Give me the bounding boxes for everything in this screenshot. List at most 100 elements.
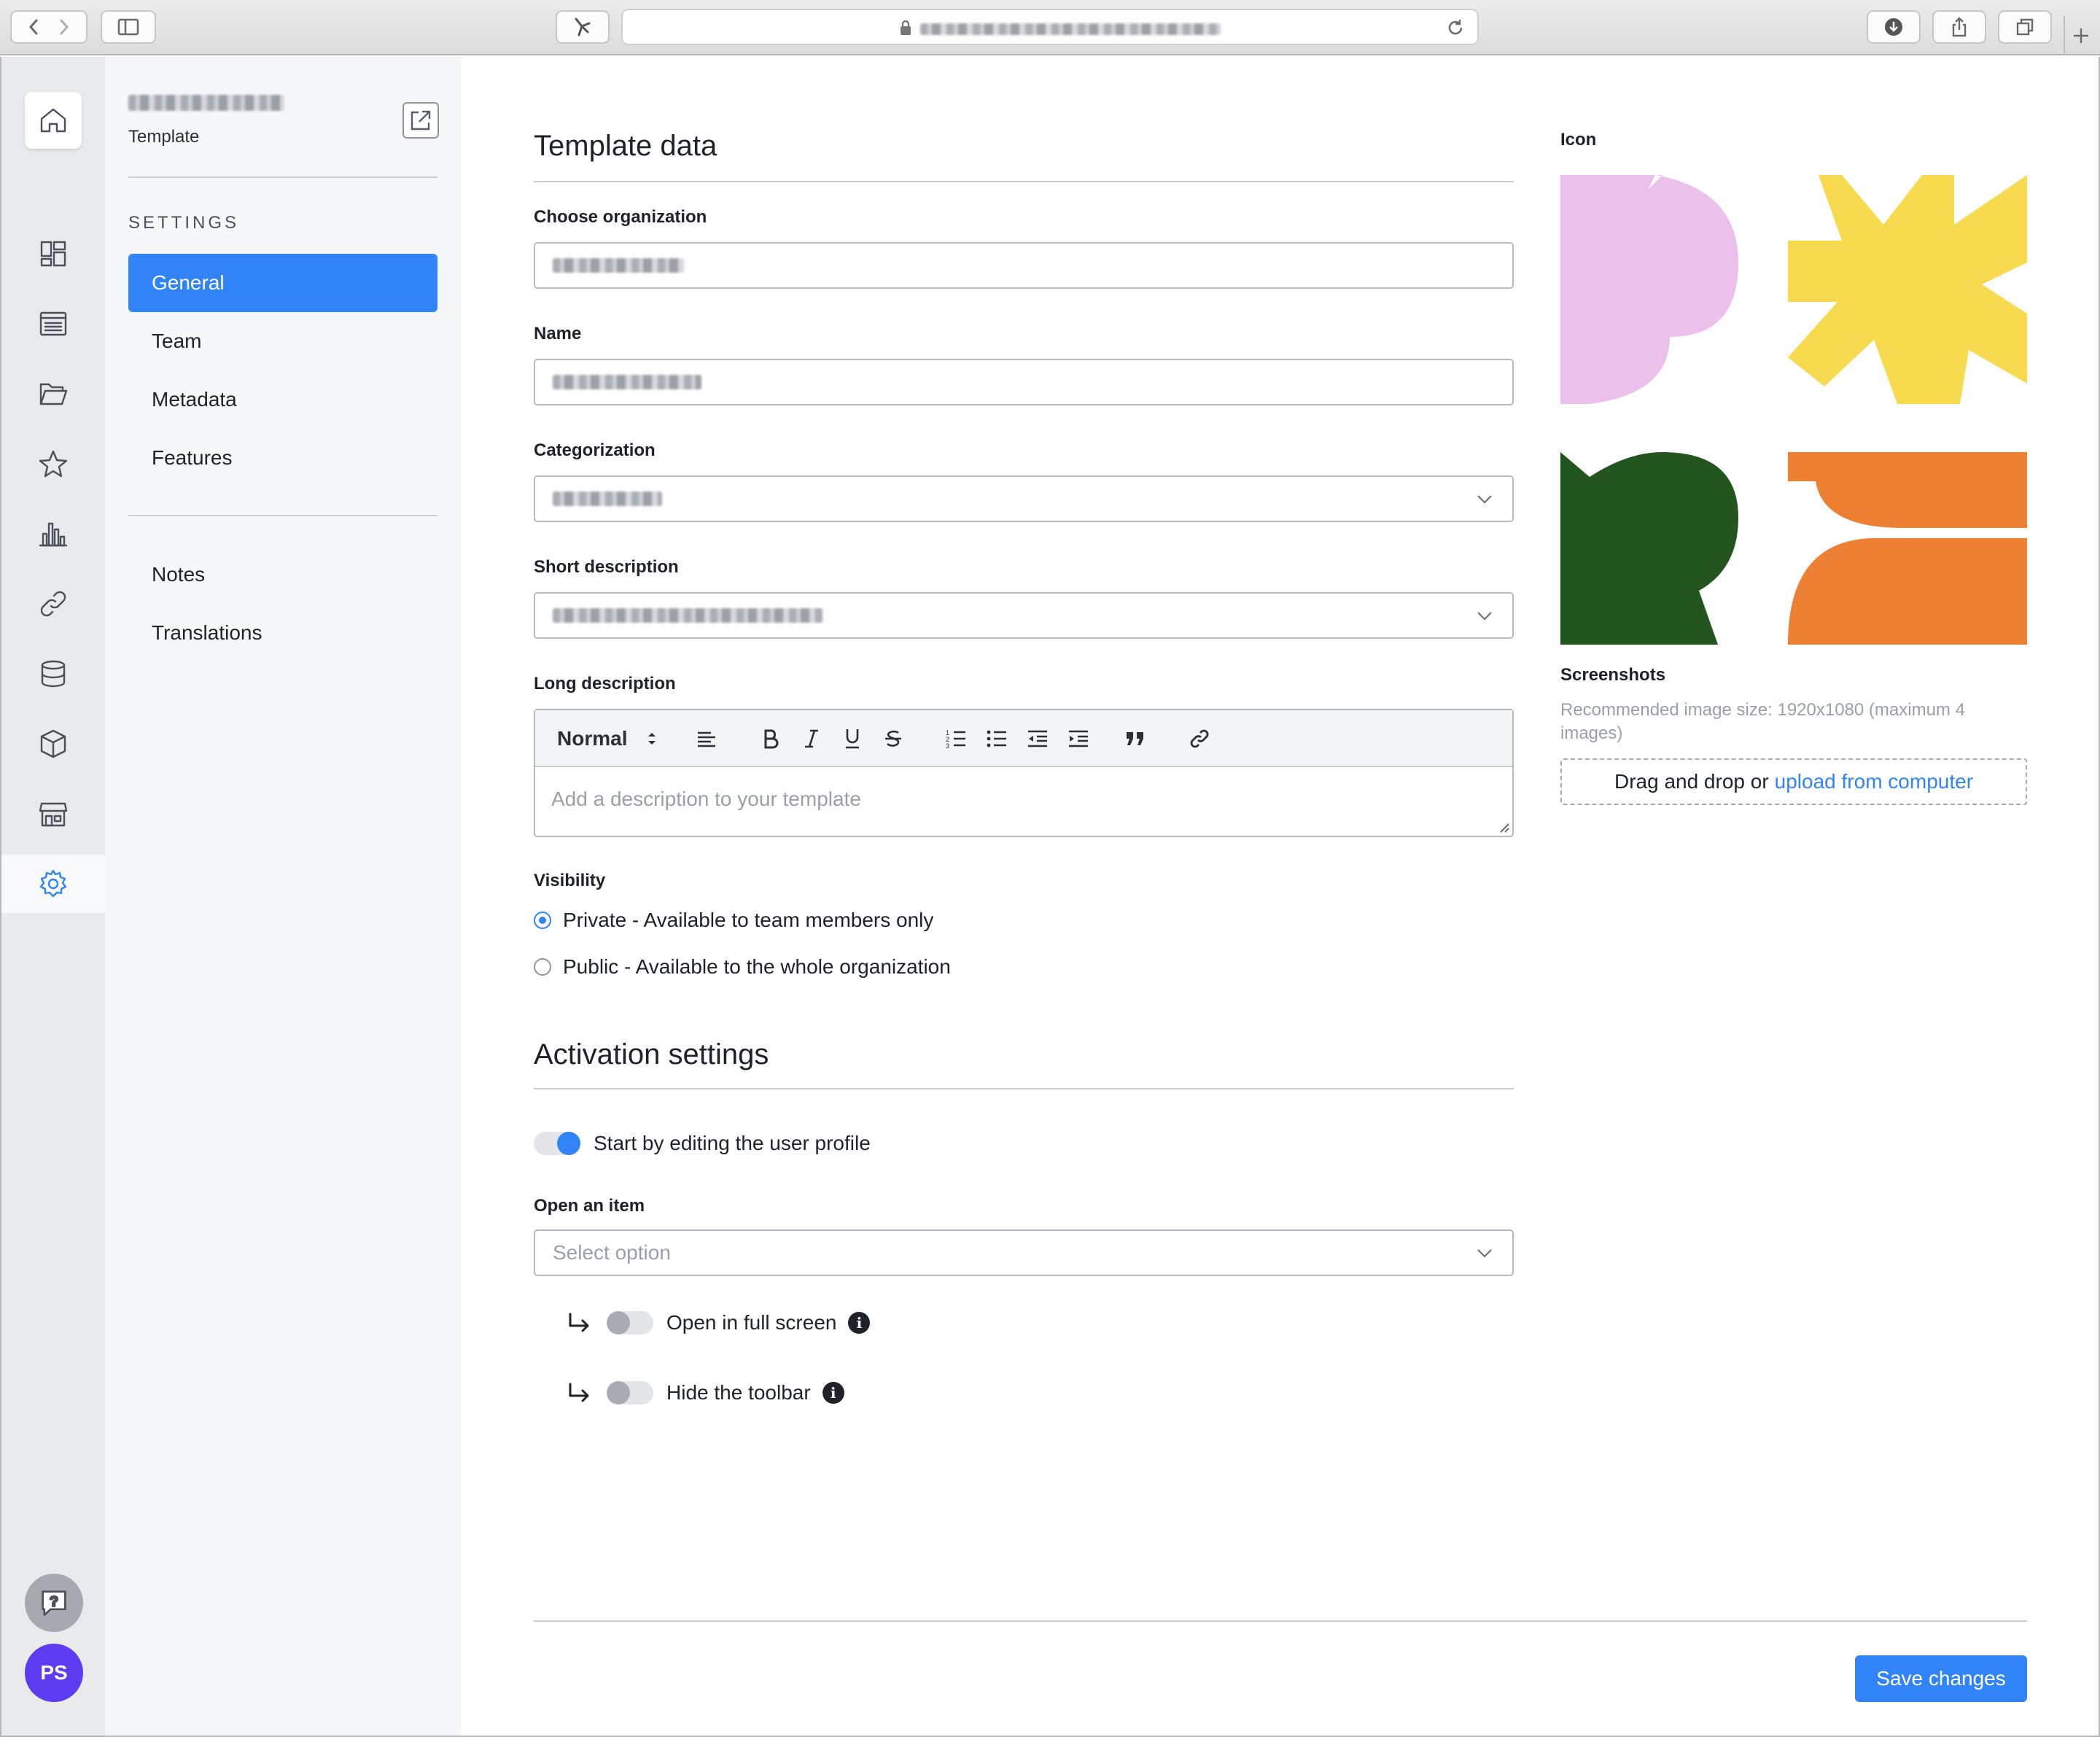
sub-option-arrow-icon bbox=[569, 1313, 589, 1332]
store-icon bbox=[39, 802, 68, 827]
extension-button[interactable] bbox=[556, 10, 610, 44]
insert-link-button[interactable] bbox=[1187, 726, 1212, 751]
download-button[interactable] bbox=[1867, 10, 1921, 44]
help-button[interactable]: ? bbox=[25, 1574, 83, 1632]
svg-text:?: ? bbox=[50, 1593, 58, 1609]
radio-public[interactable] bbox=[534, 958, 551, 976]
long-description-label: Long description bbox=[534, 674, 676, 693]
back-forward-buttons[interactable] bbox=[10, 10, 88, 44]
list-icon bbox=[39, 311, 67, 336]
radio-private[interactable] bbox=[534, 912, 551, 929]
quote-button[interactable] bbox=[1123, 726, 1148, 751]
address-bar[interactable] bbox=[621, 9, 1479, 45]
reload-icon[interactable] bbox=[1445, 18, 1466, 38]
hide-toolbar-toggle-row[interactable]: Hide the toolbar i bbox=[607, 1381, 844, 1404]
section-divider bbox=[534, 181, 1514, 182]
visibility-private-option[interactable]: Private - Available to team members only bbox=[534, 909, 933, 932]
save-changes-button[interactable]: Save changes bbox=[1855, 1655, 2027, 1702]
rail-item-store[interactable] bbox=[1, 785, 105, 843]
screenshots-dropzone[interactable]: Drag and drop or upload from computer bbox=[1560, 758, 2027, 805]
star-icon bbox=[39, 450, 68, 478]
extension-icon bbox=[575, 18, 591, 36]
green-shape bbox=[1560, 452, 1738, 645]
external-link-icon bbox=[411, 110, 431, 131]
underline-button[interactable] bbox=[840, 726, 865, 751]
nav-item-metadata[interactable]: Metadata bbox=[128, 370, 438, 429]
template-icon-preview[interactable] bbox=[1560, 175, 2027, 699]
home-button[interactable] bbox=[25, 92, 82, 149]
start-profile-toggle-row[interactable]: Start by editing the user profile bbox=[534, 1132, 871, 1155]
open-item-select[interactable]: Select option bbox=[534, 1229, 1514, 1276]
bullet-list-icon bbox=[987, 730, 1006, 747]
name-field[interactable] bbox=[534, 359, 1514, 405]
hide-toolbar-toggle[interactable] bbox=[607, 1381, 653, 1404]
rail-item-analytics[interactable] bbox=[1, 505, 105, 563]
nav-item-features[interactable]: Features bbox=[128, 429, 438, 487]
dropzone-text: Drag and drop or bbox=[1614, 770, 1769, 793]
visibility-public-option[interactable]: Public - Available to the whole organiza… bbox=[534, 955, 951, 979]
template-name-redacted bbox=[128, 95, 284, 111]
info-icon[interactable]: i bbox=[848, 1312, 871, 1334]
italic-button[interactable] bbox=[799, 726, 824, 751]
short-description-select[interactable] bbox=[534, 592, 1514, 639]
share-button[interactable] bbox=[1932, 10, 1986, 44]
rail-item-favorites[interactable] bbox=[1, 435, 105, 493]
chevron-down-icon bbox=[1477, 1249, 1492, 1258]
new-tab-button[interactable] bbox=[2064, 16, 2097, 55]
chevron-down-icon bbox=[1477, 612, 1492, 621]
ordered-list-button[interactable]: 123 bbox=[944, 726, 968, 751]
open-external-button[interactable] bbox=[402, 102, 439, 139]
orange-shape-lower bbox=[1788, 538, 2027, 645]
bold-icon bbox=[764, 729, 779, 749]
rail-item-links[interactable] bbox=[1, 575, 105, 633]
yellow-shape bbox=[1788, 175, 2027, 404]
info-icon[interactable]: i bbox=[822, 1382, 844, 1404]
organization-value-redacted bbox=[553, 258, 684, 273]
select-arrows-icon bbox=[648, 733, 656, 745]
nav-item-general[interactable]: General bbox=[128, 254, 438, 312]
bullet-list-button[interactable] bbox=[984, 726, 1009, 751]
bold-button[interactable] bbox=[758, 726, 783, 751]
start-profile-toggle[interactable] bbox=[534, 1132, 580, 1155]
nav-item-translations[interactable]: Translations bbox=[128, 604, 438, 662]
back-icon[interactable] bbox=[16, 16, 82, 38]
settings-icon bbox=[39, 869, 67, 898]
pink-shape bbox=[1560, 175, 1738, 404]
categorization-select[interactable] bbox=[534, 475, 1514, 522]
rail-item-list[interactable] bbox=[1, 295, 105, 353]
tabs-button[interactable] bbox=[1998, 10, 2052, 44]
rail-item-folder[interactable] bbox=[1, 365, 105, 423]
nav-item-notes[interactable]: Notes bbox=[128, 545, 438, 604]
link-icon bbox=[1190, 729, 1209, 748]
fullscreen-toggle[interactable] bbox=[607, 1311, 653, 1334]
quote-icon bbox=[1127, 732, 1143, 745]
outdent-button[interactable] bbox=[1025, 726, 1050, 751]
indent-button[interactable] bbox=[1066, 726, 1091, 751]
description-textarea[interactable]: Add a description to your template bbox=[535, 767, 1512, 831]
settings-sidebar: Template SETTINGS General Team Metadata … bbox=[105, 57, 461, 1736]
text-style-value: Normal bbox=[557, 727, 628, 750]
open-item-label: Open an item bbox=[534, 1196, 645, 1216]
sidebar-toggle-button[interactable] bbox=[101, 10, 156, 44]
organization-field[interactable] bbox=[534, 242, 1514, 289]
align-button[interactable] bbox=[694, 726, 719, 751]
short-description-value-redacted bbox=[553, 608, 822, 623]
fullscreen-toggle-row[interactable]: Open in full screen i bbox=[607, 1311, 871, 1334]
folder-icon bbox=[39, 383, 68, 405]
chevron-down-icon bbox=[1477, 495, 1492, 504]
rail-item-database[interactable] bbox=[1, 645, 105, 703]
resize-handle-icon[interactable] bbox=[1498, 821, 1509, 833]
nav-item-team[interactable]: Team bbox=[128, 312, 438, 370]
strikethrough-button[interactable] bbox=[881, 726, 906, 751]
text-style-select[interactable]: Normal bbox=[557, 726, 658, 751]
rail-item-dashboard[interactable] bbox=[1, 225, 105, 283]
rail-item-settings[interactable] bbox=[1, 855, 105, 913]
app-icon-rail: ? PS bbox=[1, 57, 105, 1736]
strikethrough-icon bbox=[885, 730, 901, 747]
link-icon bbox=[40, 591, 66, 617]
settings-section-label: SETTINGS bbox=[128, 213, 240, 233]
categorization-label: Categorization bbox=[534, 440, 656, 460]
rail-item-packages[interactable] bbox=[1, 715, 105, 773]
upload-from-computer-link[interactable]: upload from computer bbox=[1775, 770, 1973, 793]
user-avatar[interactable]: PS bbox=[25, 1644, 83, 1702]
